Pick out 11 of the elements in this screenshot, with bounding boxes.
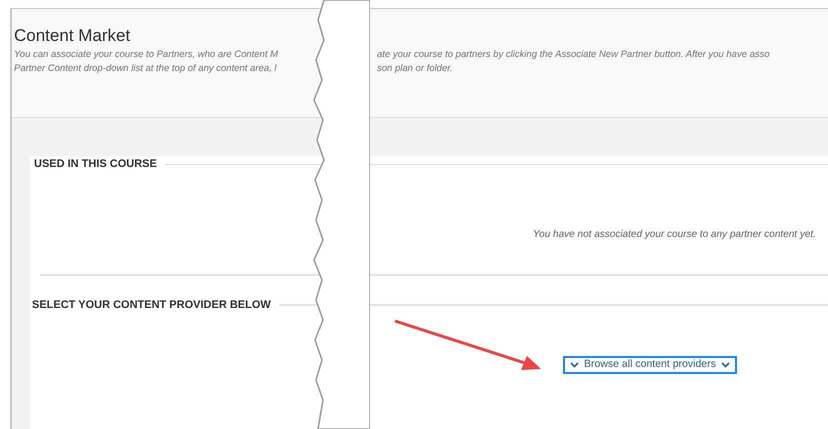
page-title: Content Market: [14, 25, 132, 47]
description-text: Partner Content drop-down list at the top of any content area, l: [14, 62, 278, 76]
section-heading: USED IN THIS COURSE: [33, 156, 158, 172]
description-text: You can associate your course to Partners, who are Content M: [14, 48, 280, 62]
browse-providers-dropdown[interactable]: Browse all content providers: [563, 356, 737, 374]
section-heading: SELECT YOUR CONTENT PROVIDER BELOW: [31, 298, 272, 313]
chevron-down-icon: [570, 362, 579, 368]
description-text: ate your course to partners by clicking the Associate New Partner button. After you have asso: [377, 48, 770, 62]
description-text: son plan or folder.: [377, 62, 453, 76]
empty-message: You have not associated your course to any partner content yet.: [533, 228, 816, 242]
chevron-down-icon: [720, 362, 730, 368]
